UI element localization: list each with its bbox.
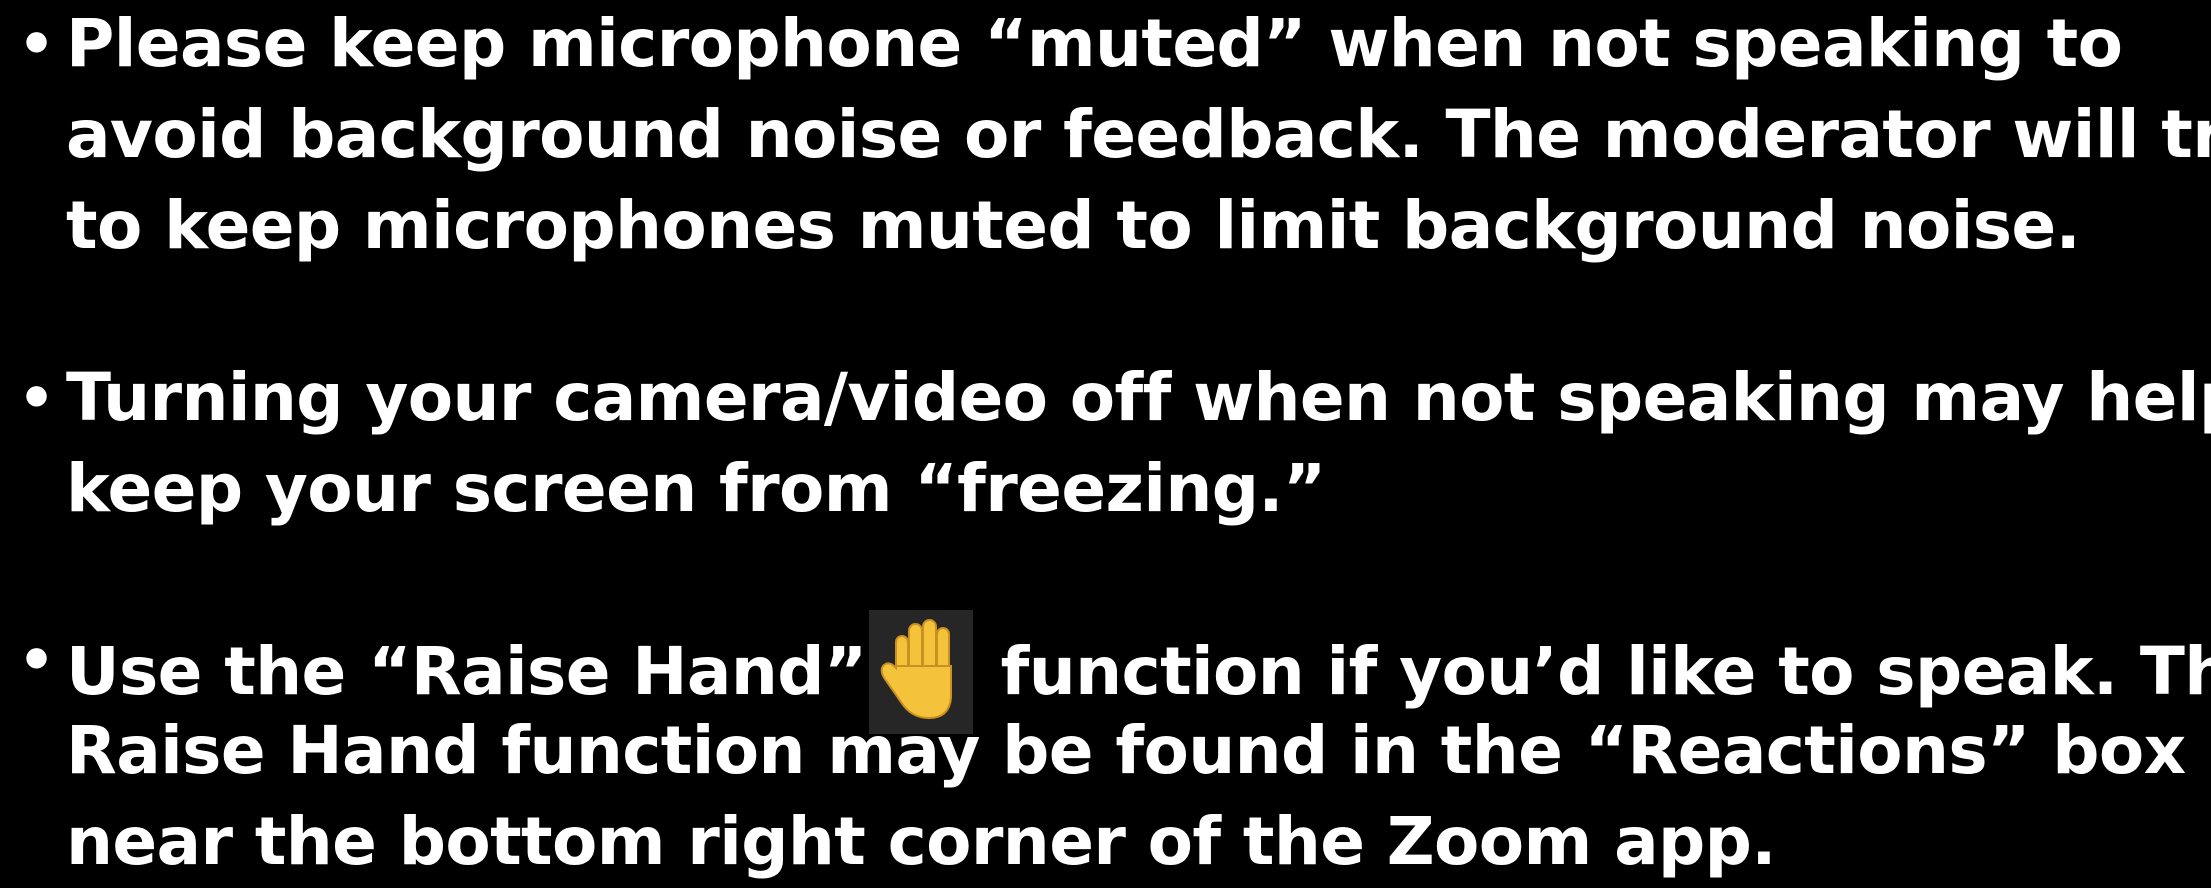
- bullet-text-line: Please keep microphone “muted” when not …: [66, 5, 2123, 82]
- bullet-marker: •: [18, 626, 56, 694]
- slide: • Please keep microphone “muted” when no…: [0, 0, 2211, 887]
- bullet-marker: •: [18, 10, 56, 78]
- raise-hand-text-before: Use the “Raise Hand”: [66, 633, 867, 711]
- bullet-text-line: to keep microphones muted to limit backg…: [66, 187, 2081, 264]
- bullet-text-line: near the bottom right corner of the Zoom…: [66, 803, 1776, 880]
- raise-hand-text-after: function if you’d like to speak. The: [1000, 633, 2211, 711]
- bullet-text-line: keep your screen from “freezing.”: [66, 450, 1326, 527]
- bullet-text-line: Raise Hand function may be found in the …: [66, 712, 2186, 789]
- bullet-marker: •: [18, 364, 56, 432]
- bullet-text-line: Turning your camera/video off when not s…: [66, 359, 2211, 436]
- bullet-text-line: avoid background noise or feedback. The …: [66, 96, 2211, 173]
